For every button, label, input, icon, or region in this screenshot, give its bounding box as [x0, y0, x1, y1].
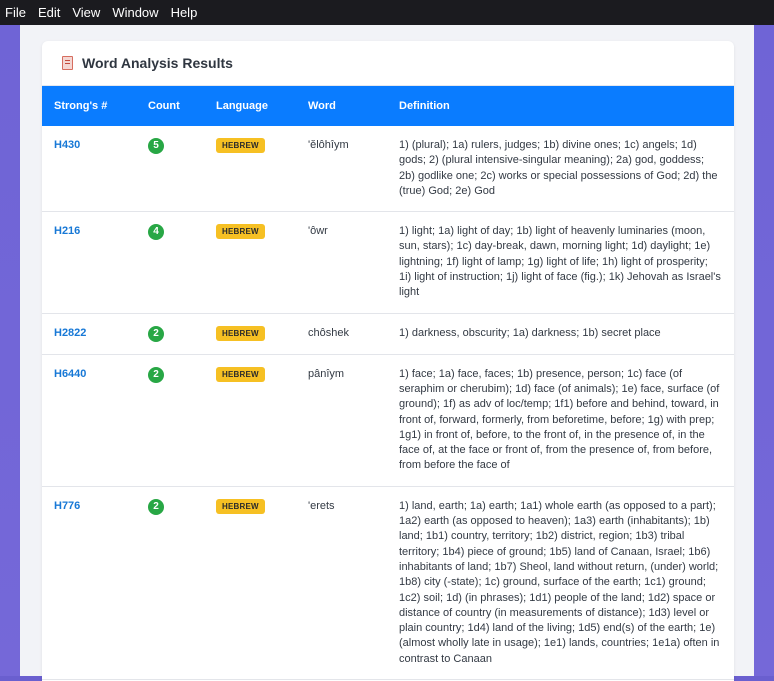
header-definition[interactable]: Definition — [387, 86, 734, 126]
count-badge: 4 — [148, 224, 164, 241]
content-area: Word Analysis Results Strong's # Count L… — [20, 25, 754, 681]
header-count[interactable]: Count — [136, 86, 204, 126]
count-badge: 2 — [148, 366, 164, 383]
count-badge: 2 — [148, 498, 164, 515]
language-badge: HEBREW — [216, 138, 265, 153]
count-badge: 5 — [148, 138, 164, 154]
strongs-link[interactable]: H6440 — [54, 368, 86, 380]
strongs-cell: H430 — [42, 126, 136, 213]
menu-bar: File Edit View Window Help — [0, 0, 774, 25]
results-card: Word Analysis Results Strong's # Count L… — [42, 41, 734, 681]
table-row: H776 2 HEBREW 'erets 1) land, earth; 1a)… — [42, 486, 734, 681]
table-header-row: Strong's # Count Language Word Definitio… — [42, 86, 734, 126]
header-language[interactable]: Language — [204, 86, 296, 126]
language-badge: HEBREW — [216, 325, 265, 341]
language-cell: HEBREW — [204, 313, 296, 355]
word-cell: 'ôwr — [296, 211, 387, 314]
card-header: Word Analysis Results — [42, 41, 734, 86]
language-badge: HEBREW — [216, 366, 265, 382]
strongs-link[interactable]: H2822 — [54, 327, 86, 339]
menu-window[interactable]: Window — [106, 0, 164, 25]
results-table: Strong's # Count Language Word Definitio… — [42, 86, 734, 681]
menu-file[interactable]: File — [0, 0, 32, 25]
count-cell: 2 — [136, 354, 204, 487]
strongs-cell: H2822 — [42, 313, 136, 355]
language-cell: HEBREW — [204, 126, 296, 213]
table-row: H2822 2 HEBREW chôshek 1) darkness, obsc… — [42, 313, 734, 355]
menu-help[interactable]: Help — [165, 0, 204, 25]
definition-cell: 1) (plural); 1a) rulers, judges; 1b) div… — [387, 126, 734, 213]
count-cell: 2 — [136, 313, 204, 355]
strongs-link[interactable]: H776 — [54, 500, 80, 512]
count-badge: 2 — [148, 325, 164, 342]
language-cell: HEBREW — [204, 211, 296, 314]
count-cell: 4 — [136, 211, 204, 314]
definition-cell: 1) light; 1a) light of day; 1b) light of… — [387, 211, 734, 314]
language-cell: HEBREW — [204, 354, 296, 487]
word-cell: pânîym — [296, 354, 387, 487]
strongs-cell: H776 — [42, 486, 136, 681]
strongs-cell: H6440 — [42, 354, 136, 487]
strongs-link[interactable]: H216 — [54, 225, 80, 237]
language-badge: HEBREW — [216, 224, 265, 240]
definition-cell: 1) darkness, obscurity; 1a) darkness; 1b… — [387, 313, 734, 355]
card-title: Word Analysis Results — [82, 55, 233, 71]
count-cell: 5 — [136, 126, 204, 213]
menu-edit[interactable]: Edit — [32, 0, 66, 25]
header-strongs[interactable]: Strong's # — [42, 86, 136, 126]
table-row: H430 5 HEBREW 'ĕlôhîym 1) (plural); 1a) … — [42, 126, 734, 213]
strongs-link[interactable]: H430 — [54, 139, 80, 151]
table-row: H6440 2 HEBREW pânîym 1) face; 1a) face,… — [42, 354, 734, 487]
definition-cell: 1) land, earth; 1a) earth; 1a1) whole ea… — [387, 486, 734, 681]
count-cell: 2 — [136, 486, 204, 681]
strongs-cell: H216 — [42, 211, 136, 314]
menu-view[interactable]: View — [66, 0, 106, 25]
definition-cell: 1) face; 1a) face, faces; 1b) presence, … — [387, 354, 734, 487]
language-cell: HEBREW — [204, 486, 296, 681]
word-cell: 'ĕlôhîym — [296, 126, 387, 213]
word-cell: 'erets — [296, 486, 387, 681]
table-row: H216 4 HEBREW 'ôwr 1) light; 1a) light o… — [42, 211, 734, 314]
language-badge: HEBREW — [216, 498, 265, 514]
header-word[interactable]: Word — [296, 86, 387, 126]
word-cell: chôshek — [296, 313, 387, 355]
document-icon — [62, 56, 73, 70]
